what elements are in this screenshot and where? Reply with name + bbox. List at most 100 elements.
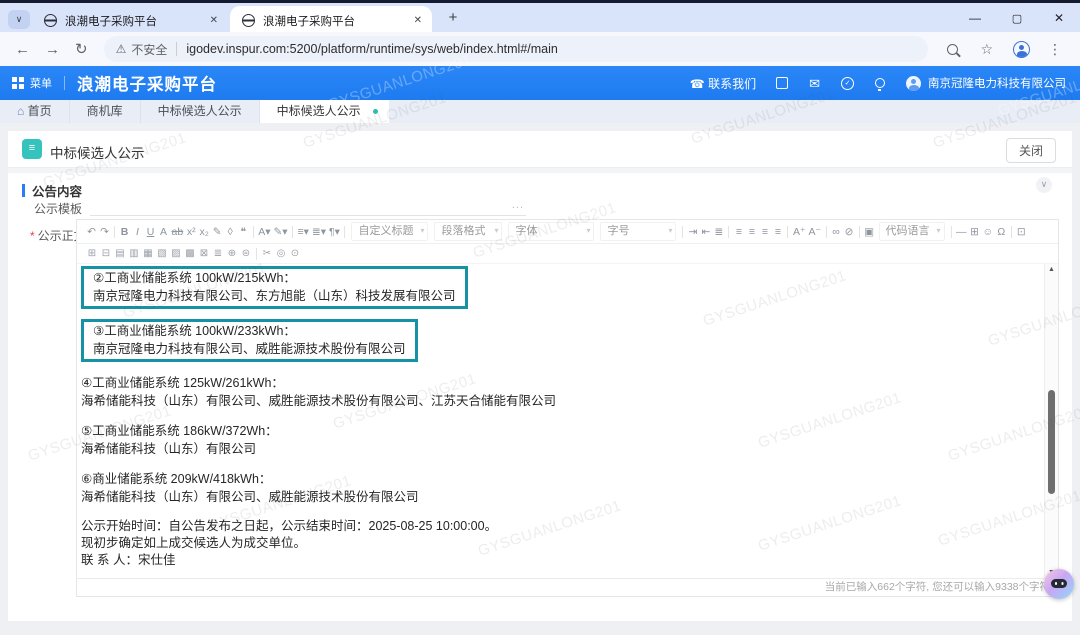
- paragraph-format-select[interactable]: 段落格式: [434, 222, 502, 241]
- italic-icon[interactable]: I: [133, 226, 143, 238]
- scrollbar-thumb[interactable]: [1048, 390, 1055, 494]
- image-icon[interactable]: ▣: [864, 226, 874, 238]
- align-justify-icon[interactable]: ≡: [773, 226, 783, 238]
- mail-icon[interactable]: [809, 77, 820, 90]
- close-window-button[interactable]: [1038, 3, 1080, 33]
- company-name[interactable]: 南京冠隆电力科技有限公司: [928, 75, 1066, 91]
- ordered-list-icon[interactable]: ≡▾: [298, 226, 309, 238]
- align-center-icon[interactable]: ≡: [747, 226, 757, 238]
- table-icon[interactable]: ⊞: [970, 226, 980, 238]
- nav-tab-business-library[interactable]: 商机库: [70, 100, 141, 123]
- collapse-chevron-icon[interactable]: [1036, 177, 1052, 193]
- unlink-icon[interactable]: ⊘: [844, 226, 854, 238]
- delete-cells-icon[interactable]: ⊠: [199, 248, 209, 259]
- merge-cells-icon[interactable]: ≣: [213, 248, 223, 259]
- cell-props-icon[interactable]: ⊜: [241, 248, 251, 259]
- font-color-icon[interactable]: A▾: [258, 226, 270, 238]
- strikethrough-icon[interactable]: ab: [172, 226, 184, 238]
- menu-grid-icon[interactable]: [12, 77, 24, 89]
- fullscreen-icon[interactable]: ⊡: [1016, 226, 1026, 238]
- font-family-select[interactable]: 字体: [508, 222, 594, 241]
- special-char-icon[interactable]: Ω: [996, 226, 1006, 238]
- close-page-button[interactable]: 关闭: [1006, 138, 1056, 163]
- nav-tab-home[interactable]: 首页: [0, 100, 70, 123]
- insert-table-icon[interactable]: ⊞: [87, 248, 97, 259]
- emoji-icon[interactable]: ☺: [983, 226, 994, 238]
- new-tab-button[interactable]: [443, 9, 463, 26]
- section-title: 公告内容: [32, 181, 82, 200]
- undo-icon[interactable]: ↶: [87, 226, 97, 238]
- template-more-button[interactable]: ...: [512, 199, 524, 211]
- font-size-down-icon[interactable]: A⁻: [809, 226, 822, 238]
- insert-col-right-icon[interactable]: ▨: [171, 248, 181, 259]
- pen-icon[interactable]: ✎: [212, 226, 222, 238]
- editor-scrollbar[interactable]: [1044, 264, 1058, 578]
- line-height-icon[interactable]: ≣: [714, 226, 724, 238]
- font-size-select[interactable]: 字号: [600, 222, 676, 241]
- insert-col-left-icon[interactable]: ▧: [157, 248, 167, 259]
- insert-row-above-icon[interactable]: ▤: [115, 248, 125, 259]
- heading-select[interactable]: 自定义标题: [351, 222, 428, 241]
- font-size-up-icon[interactable]: A⁺: [793, 226, 806, 238]
- reload-icon[interactable]: [75, 40, 88, 58]
- align-left-icon[interactable]: ≡: [734, 226, 744, 238]
- tab-close-icon[interactable]: [414, 15, 422, 26]
- indent-increase-icon[interactable]: ⇥: [688, 226, 698, 238]
- highlight-color-icon[interactable]: ✎▾: [273, 226, 287, 238]
- restore-button[interactable]: [996, 3, 1038, 33]
- tab-search-chevron-button[interactable]: [8, 10, 30, 29]
- redo-icon[interactable]: ↷: [100, 226, 110, 238]
- cut-icon[interactable]: ✂: [262, 248, 272, 259]
- link-icon[interactable]: ∞: [831, 226, 841, 238]
- menu-label[interactable]: 菜单: [30, 75, 52, 91]
- fullscreen-icon[interactable]: [776, 77, 788, 89]
- delete-col-icon[interactable]: ▩: [185, 248, 195, 259]
- help-bulb-icon[interactable]: [875, 78, 885, 88]
- nav-tab-winner-announcement-active[interactable]: 中标候选人公示: [260, 100, 389, 123]
- delete-table-icon[interactable]: ⊟: [101, 248, 111, 259]
- contact-us-button[interactable]: 联系我们: [690, 75, 756, 92]
- tab-close-icon[interactable]: [210, 15, 218, 26]
- minimize-button[interactable]: [954, 3, 996, 33]
- user-avatar[interactable]: [906, 76, 921, 91]
- back-icon[interactable]: [15, 41, 30, 58]
- split-cell-icon[interactable]: ⊕: [227, 248, 237, 259]
- editor-content-area[interactable]: ②工商业储能系统 100kW/215kWh： 南京冠隆电力科技有限公司、东方旭能…: [77, 264, 1044, 578]
- address-bar[interactable]: 不安全 igodev.inspur.com:5200/platform/runt…: [104, 36, 928, 62]
- template-input[interactable]: ...: [90, 195, 526, 216]
- align-right-icon[interactable]: ≡: [760, 226, 770, 238]
- code-language-select[interactable]: 代码语言: [879, 222, 945, 241]
- browser-menu-icon[interactable]: [1048, 41, 1062, 58]
- not-secure-label[interactable]: 不安全: [131, 41, 167, 58]
- find-icon[interactable]: ⊙: [290, 248, 300, 259]
- zoom-icon[interactable]: [947, 44, 958, 55]
- underline-icon[interactable]: U: [146, 226, 156, 238]
- todo-check-icon[interactable]: [841, 77, 854, 90]
- browser-tab-1[interactable]: 浪潮电子采购平台: [32, 6, 228, 35]
- browser-profile-icon[interactable]: [1013, 41, 1030, 58]
- delete-row-icon[interactable]: ▦: [143, 248, 153, 259]
- bold-icon[interactable]: B: [120, 226, 130, 238]
- nav-tab-winner-announcement[interactable]: 中标候选人公示: [141, 100, 260, 123]
- indent-decrease-icon[interactable]: ⇤: [701, 226, 711, 238]
- eraser-icon[interactable]: ◊: [225, 226, 235, 238]
- globe-favicon: [242, 14, 255, 27]
- scroll-up-icon[interactable]: [1045, 266, 1058, 273]
- ai-assistant-button[interactable]: [1044, 569, 1074, 599]
- subscript-icon[interactable]: x₂: [199, 226, 209, 238]
- preview-icon[interactable]: ◎: [276, 248, 286, 259]
- character-count-status: 当前已输入662个字符, 您还可以输入9338个字符: [77, 578, 1058, 596]
- bookmark-star-icon[interactable]: [980, 41, 993, 58]
- unordered-list-icon[interactable]: ≣▾: [312, 226, 326, 238]
- browser-tab-2-active[interactable]: 浪潮电子采购平台: [230, 6, 432, 35]
- superscript-icon[interactable]: x²: [186, 226, 196, 238]
- forward-icon[interactable]: [45, 41, 60, 58]
- toolbar-separator: [859, 226, 860, 238]
- divider: [176, 42, 177, 56]
- horizontal-rule-icon[interactable]: —: [956, 226, 967, 238]
- url-text[interactable]: igodev.inspur.com:5200/platform/runtime/…: [186, 42, 557, 56]
- blockquote-icon[interactable]: ❝: [238, 226, 248, 238]
- insert-row-below-icon[interactable]: ▥: [129, 248, 139, 259]
- paragraph-mark-icon[interactable]: ¶▾: [329, 226, 340, 238]
- clear-format-icon[interactable]: A: [159, 226, 169, 238]
